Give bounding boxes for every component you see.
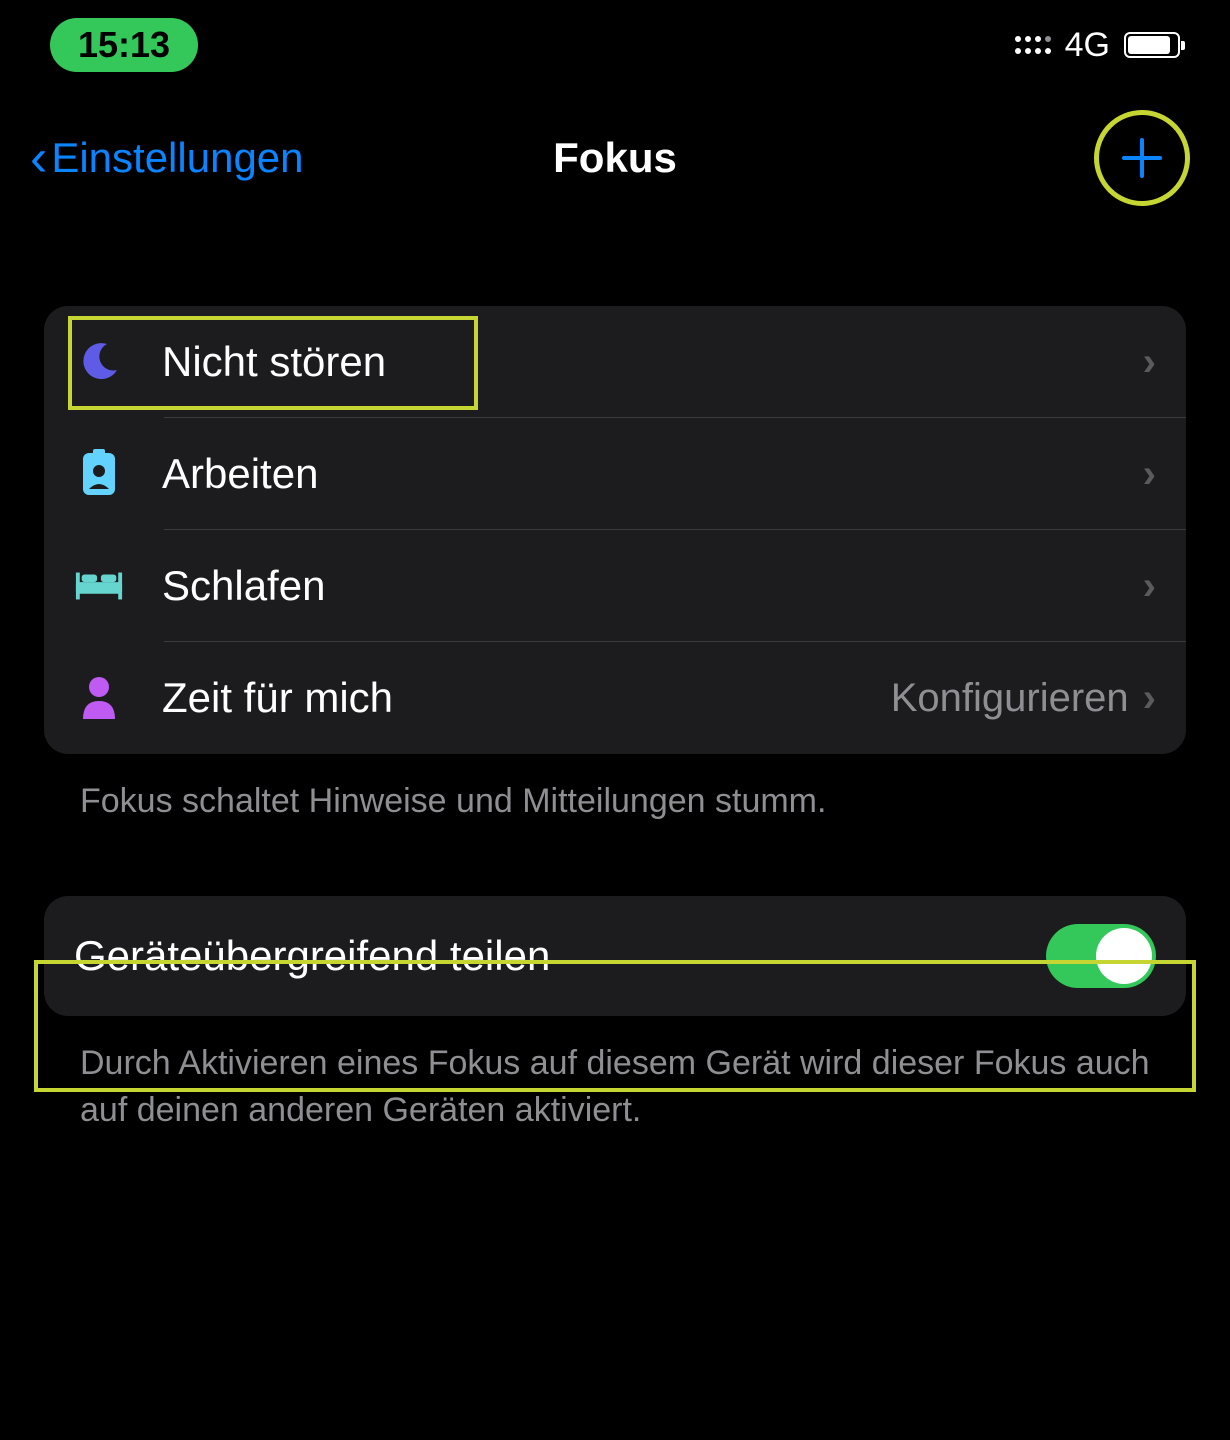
back-label: Einstellungen — [51, 134, 303, 182]
person-icon — [74, 673, 124, 723]
badge-icon — [74, 449, 124, 499]
battery-icon — [1124, 32, 1180, 58]
section-footer: Fokus schaltet Hinweise und Mitteilungen… — [44, 754, 1186, 826]
chevron-right-icon: › — [1143, 676, 1156, 721]
signal-icon — [1013, 32, 1051, 58]
row-detail: Konfigurieren — [891, 676, 1129, 721]
plus-icon — [1118, 134, 1166, 182]
focus-row-personal[interactable]: Zeit für mich Konfigurieren › — [44, 642, 1186, 754]
chevron-right-icon: › — [1143, 340, 1156, 385]
share-toggle[interactable] — [1046, 924, 1156, 988]
chevron-left-icon: ‹ — [30, 132, 47, 184]
moon-icon — [74, 337, 124, 387]
row-label: Zeit für mich — [162, 674, 891, 722]
row-label: Geräteübergreifend teilen — [74, 932, 1046, 980]
add-button[interactable] — [1094, 110, 1190, 206]
status-right: 4G — [1013, 26, 1180, 65]
row-label: Nicht stören — [162, 338, 1143, 386]
chevron-right-icon: › — [1143, 452, 1156, 497]
page-title: Fokus — [553, 134, 677, 182]
status-time: 15:13 — [50, 18, 198, 72]
bed-icon — [74, 561, 124, 611]
chevron-right-icon: › — [1143, 564, 1156, 609]
focus-modes-section: Nicht stören › Arbeiten › — [44, 306, 1186, 754]
back-button[interactable]: ‹ Einstellungen — [30, 132, 304, 184]
nav-bar: ‹ Einstellungen Fokus — [0, 80, 1230, 246]
focus-row-do-not-disturb[interactable]: Nicht stören › — [44, 306, 1186, 418]
focus-row-work[interactable]: Arbeiten › — [44, 418, 1186, 530]
cellular-label: 4G — [1065, 26, 1110, 65]
section-footer: Durch Aktivieren eines Fokus auf diesem … — [44, 1016, 1186, 1135]
status-bar: 15:13 4G — [0, 0, 1230, 80]
focus-row-sleep[interactable]: Schlafen › — [44, 530, 1186, 642]
share-section: Geräteübergreifend teilen — [44, 896, 1186, 1016]
share-across-devices-row[interactable]: Geräteübergreifend teilen — [44, 896, 1186, 1016]
row-label: Arbeiten — [162, 450, 1143, 498]
row-label: Schlafen — [162, 562, 1143, 610]
